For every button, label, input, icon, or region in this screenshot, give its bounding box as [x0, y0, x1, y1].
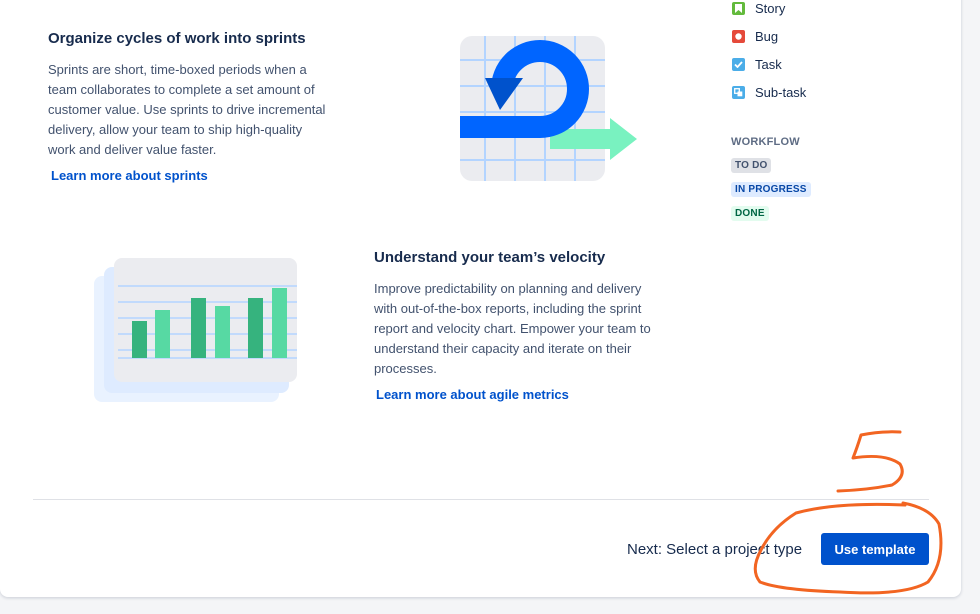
description-line: understand their capacity and iterate on… [374, 341, 632, 356]
learn-more-sprints-link[interactable]: Learn more about sprints [51, 168, 208, 183]
description-line: work and deliver value faster. [48, 142, 217, 157]
use-template-button[interactable]: Use template [821, 533, 929, 565]
issue-type-story: Story [732, 0, 785, 17]
sprints-section-description: Sprints are short, time-boxed periods wh… [48, 60, 358, 160]
status-lozenge-in-progress: IN PROGRESS [731, 182, 811, 197]
issue-type-bug: Bug [732, 27, 778, 45]
description-line: report and velocity chart. Empower your … [374, 321, 651, 336]
issue-type-label: Sub-task [755, 84, 807, 100]
footer-divider [33, 499, 929, 500]
issue-type-task: Task [732, 55, 782, 73]
next-step-text: Next: Select a project type [627, 541, 803, 558]
sprint-cycle-illustration [460, 36, 637, 181]
velocity-chart-illustration [94, 258, 297, 402]
description-line: Sprints are short, time-boxed periods wh… [48, 62, 307, 77]
description-line: customer value. Use sprints to drive inc… [48, 102, 326, 117]
description-line: delivery, allow your team to ship high-q… [48, 122, 303, 137]
description-line: team collaborates to complete a set amou… [48, 82, 315, 97]
sprints-section-title: Organize cycles of work into sprints [48, 30, 306, 47]
bug-icon [732, 29, 745, 43]
subtask-icon [732, 85, 745, 99]
description-line: processes. [374, 361, 437, 376]
issue-type-subtask: Sub-task [732, 83, 806, 101]
learn-more-agile-metrics-link[interactable]: Learn more about agile metrics [376, 387, 569, 402]
description-line: with out-of-the-box reports, including t… [374, 301, 642, 316]
status-lozenge-todo: TO DO [731, 158, 772, 173]
issue-type-label: Bug [755, 28, 779, 44]
description-line: Improve predictability on planning and d… [374, 281, 642, 296]
status-lozenge-done: DONE [731, 206, 769, 221]
velocity-section-title: Understand your team’s velocity [374, 249, 606, 266]
task-icon [732, 57, 745, 71]
issue-type-label: Task [755, 56, 782, 72]
velocity-section-description: Improve predictability on planning and d… [374, 279, 694, 379]
issue-type-label: Story [755, 0, 786, 16]
story-icon [732, 1, 745, 15]
workflow-heading: WORKFLOW [731, 136, 800, 148]
